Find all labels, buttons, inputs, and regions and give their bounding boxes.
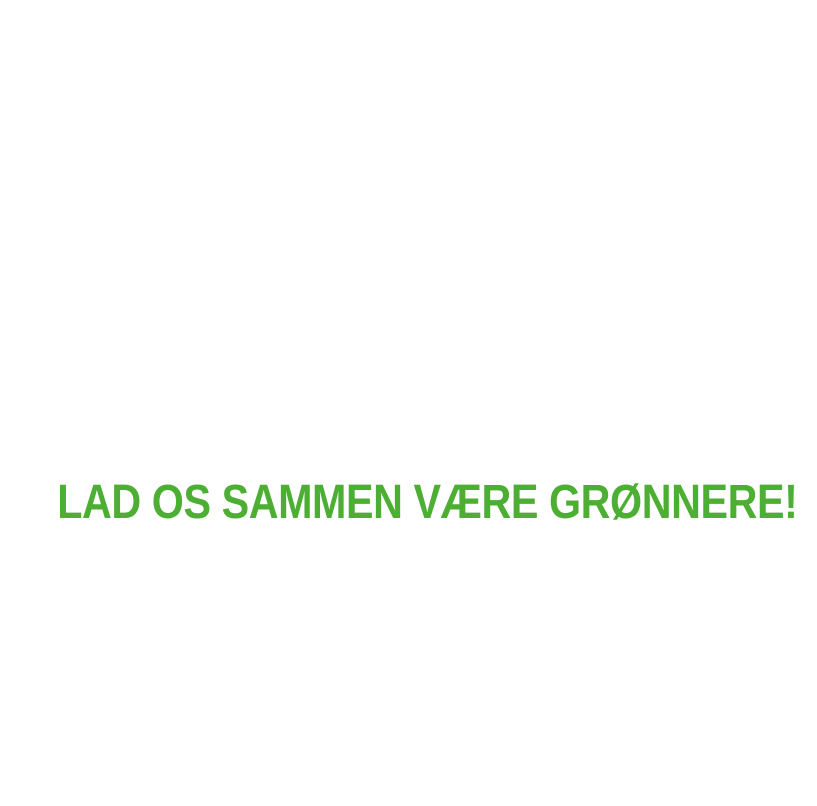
headline: LAD OS SAMMEN VÆRE GRØNNERE! — [57, 476, 798, 529]
page-canvas: LAD OS SAMMEN VÆRE GRØNNERE! — [0, 0, 817, 806]
